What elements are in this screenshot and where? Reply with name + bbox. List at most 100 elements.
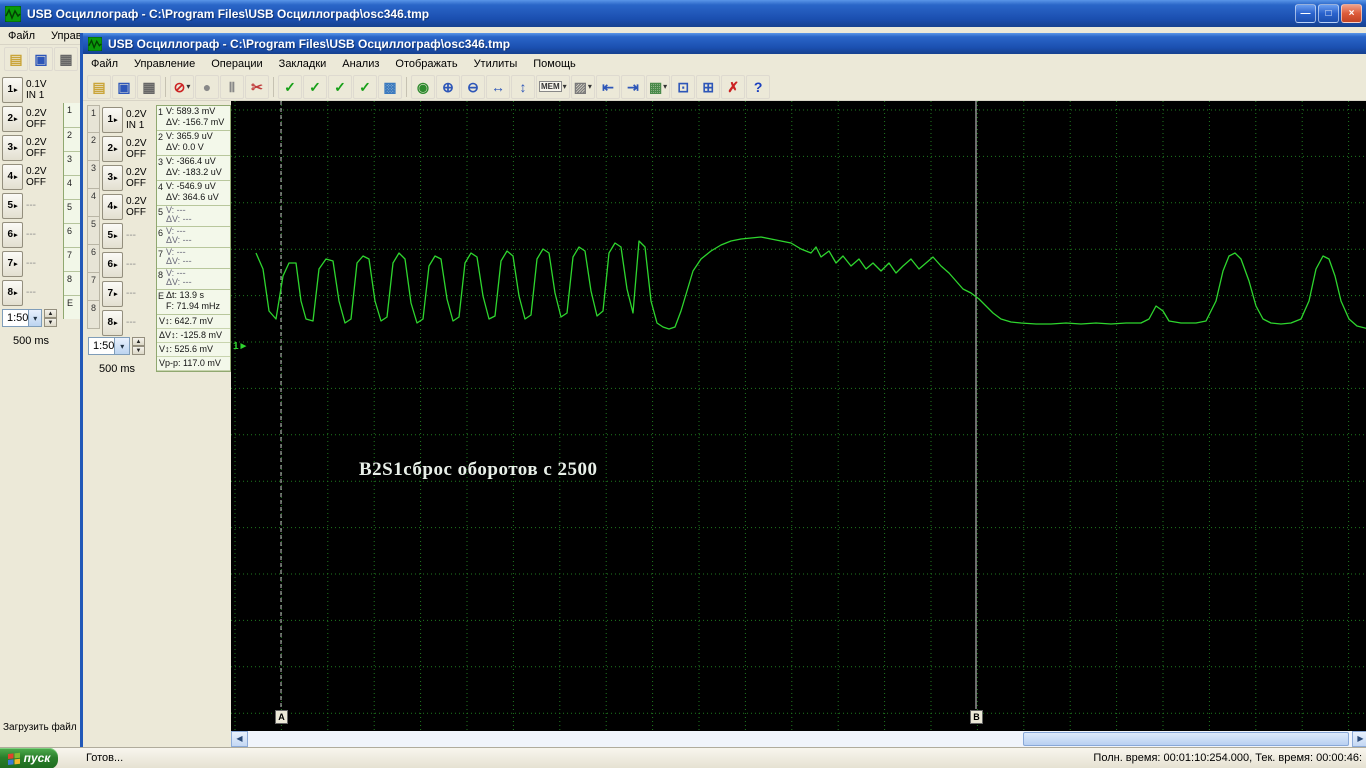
- channel-2-button[interactable]: 2 ▸: [2, 105, 23, 132]
- index-cell-1[interactable]: 1: [87, 105, 100, 133]
- channel-row: 7 ▸ ---: [102, 279, 147, 308]
- mem-button-button[interactable]: MEM ▾: [536, 74, 570, 99]
- print-button[interactable]: ▦: [137, 74, 161, 99]
- open-file-button[interactable]: ▤: [4, 47, 28, 71]
- channel-arrow-icon: ▸: [114, 232, 118, 240]
- channel-3-button[interactable]: 3 ▸: [102, 164, 123, 191]
- back-window-title: USB Осциллограф - C:\Program Files\USB О…: [27, 6, 430, 21]
- scrollbar-thumb[interactable]: [1023, 732, 1349, 746]
- scroll-left-icon[interactable]: ◀: [231, 731, 248, 747]
- channel-row: 5 ▸ ---: [102, 221, 147, 250]
- measure-check-3-button[interactable]: ✓: [328, 74, 352, 99]
- channel-7-button[interactable]: 7 ▸: [102, 280, 123, 307]
- cursor-a-handle[interactable]: A: [275, 710, 288, 724]
- start-button[interactable]: пуск: [0, 747, 58, 768]
- menu-item-управление[interactable]: Управление: [126, 56, 203, 72]
- index-cell-2[interactable]: 2: [87, 133, 100, 161]
- channel-2-button[interactable]: 2 ▸: [102, 135, 123, 162]
- channel-6-button[interactable]: 6 ▸: [102, 251, 123, 278]
- stop-acquisition-button[interactable]: ⊘ ▾: [170, 74, 194, 99]
- channel-8-button[interactable]: 8 ▸: [102, 309, 123, 336]
- channel-2-value: 0.2V OFF: [26, 107, 47, 130]
- zoom-out-button[interactable]: ⊖: [461, 74, 485, 99]
- scope-display[interactable]: 1► B2S1сброс оборотов с 2500 A B: [231, 101, 1366, 731]
- channel-index-strip: 12345678: [87, 105, 100, 329]
- spin-down-icon[interactable]: ▼: [132, 346, 145, 355]
- spin-up-icon[interactable]: ▲: [44, 309, 57, 318]
- index-cell-5[interactable]: 5: [87, 217, 100, 245]
- measure-check-1-button[interactable]: ✓: [278, 74, 302, 99]
- probe-divider-spinner: ▲ ▼: [44, 309, 57, 327]
- save-file-button[interactable]: ▣: [112, 74, 136, 99]
- index-cell-6[interactable]: 6: [87, 245, 100, 273]
- save-file-button[interactable]: ▣: [29, 47, 53, 71]
- monitor-button[interactable]: ⊡: [671, 74, 696, 99]
- fit-horizontal-button[interactable]: ↔: [486, 74, 510, 99]
- probe-divider-select[interactable]: 1:50 ▾: [88, 337, 130, 355]
- menu-item-анализ[interactable]: Анализ: [334, 56, 387, 72]
- front-window-titlebar[interactable]: USB Осциллограф - C:\Program Files\USB О…: [83, 33, 1366, 54]
- measure-check-2-button[interactable]: ✓: [303, 74, 327, 99]
- channel-5-button[interactable]: 5 ▸: [102, 222, 123, 249]
- open-file-button[interactable]: ▤: [87, 74, 111, 99]
- channel-1-button[interactable]: 1 ▸: [2, 76, 23, 103]
- menu-item-операции[interactable]: Операции: [203, 56, 270, 72]
- menu-item-помощь[interactable]: Помощь: [525, 56, 584, 72]
- channel-1-button[interactable]: 1 ▸: [102, 106, 123, 133]
- index-cell-8[interactable]: 8: [87, 301, 100, 329]
- channel-arrow-icon: ▸: [114, 203, 118, 211]
- cut-icon: ✂: [251, 78, 263, 95]
- spin-up-icon[interactable]: ▲: [132, 337, 145, 346]
- help-button[interactable]: ?: [746, 74, 771, 99]
- menu-item-утилиты[interactable]: Утилиты: [466, 56, 526, 72]
- chevron-down-icon[interactable]: ▾: [114, 338, 129, 354]
- measurement-row-number: E: [158, 291, 165, 301]
- index-cell-7[interactable]: 7: [87, 273, 100, 301]
- monitor-alt-button[interactable]: ⊞: [696, 74, 721, 99]
- zoom-wave-button[interactable]: ◉: [411, 74, 435, 99]
- channel-6-button[interactable]: 6 ▸: [2, 221, 23, 248]
- channel-2-value: 0.2V OFF: [126, 137, 147, 160]
- channel-arrow-icon: ▸: [114, 290, 118, 298]
- trace-1-marker[interactable]: 1►: [233, 341, 248, 352]
- back-window-titlebar[interactable]: USB Осциллограф - C:\Program Files\USB О…: [0, 0, 1366, 27]
- menu-item-файл[interactable]: Файл: [0, 28, 43, 44]
- print-button[interactable]: ▦: [54, 47, 78, 71]
- grid-view-button[interactable]: ▦ ▾: [645, 74, 671, 99]
- channel-5-button[interactable]: 5 ▸: [2, 192, 23, 219]
- cut-button[interactable]: ✂: [245, 74, 269, 99]
- measure-check-4-button[interactable]: ✓: [353, 74, 377, 99]
- clear-icon: ✗: [727, 78, 740, 95]
- image-button[interactable]: ▩: [378, 74, 402, 99]
- channel-8-button[interactable]: 8 ▸: [2, 279, 23, 306]
- fit-vertical-button[interactable]: ↕: [511, 74, 535, 99]
- record-button[interactable]: ●: [195, 74, 219, 99]
- menu-item-закладки[interactable]: Закладки: [271, 56, 335, 72]
- go-start-button[interactable]: ⇤: [595, 74, 620, 99]
- chevron-down-icon[interactable]: ▾: [28, 310, 41, 326]
- minimize-button[interactable]: —: [1295, 4, 1316, 23]
- measurement-row-label: 3: [64, 151, 81, 175]
- channel-4-button[interactable]: 4 ▸: [2, 163, 23, 190]
- menu-item-файл[interactable]: Файл: [83, 56, 126, 72]
- horizontal-scrollbar[interactable]: ◀ ▶: [231, 731, 1366, 747]
- spin-down-icon[interactable]: ▼: [44, 318, 57, 327]
- probe-divider-select[interactable]: 1:50 ▾: [2, 309, 42, 327]
- scroll-right-icon[interactable]: ▶: [1352, 731, 1366, 747]
- measure-check-4-icon: ✓: [359, 78, 371, 95]
- palette-button[interactable]: ▨ ▾: [570, 74, 595, 99]
- channel-4-button[interactable]: 4 ▸: [102, 193, 123, 220]
- index-cell-4[interactable]: 4: [87, 189, 100, 217]
- index-cell-3[interactable]: 3: [87, 161, 100, 189]
- channel-row: 8 ▸ ---: [102, 308, 147, 337]
- pause-button[interactable]: Ⅱ: [220, 74, 244, 99]
- go-end-button[interactable]: ⇥: [620, 74, 645, 99]
- channel-3-button[interactable]: 3 ▸: [2, 134, 23, 161]
- zoom-in-button[interactable]: ⊕: [436, 74, 460, 99]
- maximize-button[interactable]: □: [1318, 4, 1339, 23]
- channel-7-button[interactable]: 7 ▸: [2, 250, 23, 277]
- menu-item-отображать[interactable]: Отображать: [387, 56, 465, 72]
- close-button[interactable]: ×: [1341, 4, 1362, 23]
- cursor-b-handle[interactable]: B: [970, 710, 983, 724]
- clear-button[interactable]: ✗: [721, 74, 746, 99]
